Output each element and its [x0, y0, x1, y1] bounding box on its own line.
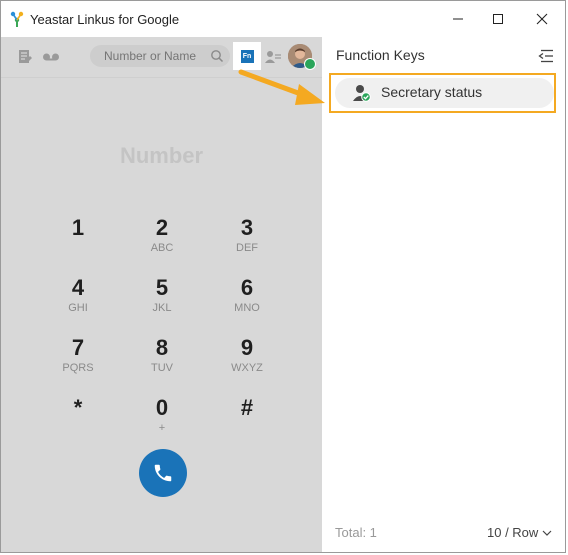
key-digit: 1: [71, 215, 85, 240]
key-letters: MNO: [234, 302, 260, 314]
key-letters: DEF: [236, 242, 258, 254]
minimize-icon: [453, 18, 463, 20]
close-icon: [536, 13, 548, 25]
function-key-button[interactable]: Secretary status: [335, 78, 554, 108]
key-digit: 0: [155, 395, 169, 420]
secretary-status-icon: [353, 85, 371, 102]
chevron-down-icon: [542, 530, 552, 536]
key-3[interactable]: 3 DEF: [212, 215, 282, 255]
function-keys-button[interactable]: Fn: [233, 42, 261, 70]
key-5[interactable]: 5 JKL: [127, 275, 197, 315]
per-page-selector[interactable]: 10 / Row: [487, 525, 552, 540]
voicemail-button[interactable]: [41, 48, 61, 66]
app-window: Yeastar Linkus for Google Number or Name…: [0, 0, 566, 553]
search-box[interactable]: [90, 45, 230, 67]
key-digit: *: [73, 395, 83, 420]
search-input[interactable]: [104, 49, 204, 63]
key-digit: 4: [71, 275, 85, 300]
key-9[interactable]: 9 WXYZ: [212, 335, 282, 375]
total-count: Total: 1: [335, 525, 377, 540]
voicemail-icon: [43, 53, 59, 61]
key-digit: 7: [71, 335, 85, 360]
key-letters: TUV: [151, 362, 173, 374]
key-digit: #: [240, 395, 254, 420]
key-4[interactable]: 4 GHI: [43, 275, 113, 315]
key-letters: WXYZ: [231, 362, 263, 374]
title-bar: Yeastar Linkus for Google: [1, 1, 565, 37]
contact-transfer-icon: [265, 51, 281, 63]
key-letters: ABC: [150, 242, 174, 254]
key-letters: GHI: [68, 302, 88, 314]
maximize-button[interactable]: [485, 7, 511, 31]
collapse-panel-icon[interactable]: [538, 49, 554, 63]
annotation-arrow-icon: [238, 69, 325, 105]
close-button[interactable]: [529, 7, 555, 31]
phone-icon: [154, 464, 172, 482]
call-button[interactable]: [139, 449, 187, 497]
function-key-label: Secretary status: [381, 84, 483, 100]
key-6[interactable]: 6 MNO: [212, 275, 282, 315]
key-7[interactable]: 7 PQRS: [43, 335, 113, 375]
panel-title: Function Keys: [336, 47, 425, 63]
yeastar-logo-icon: [10, 11, 24, 27]
maximize-icon: [493, 14, 503, 24]
per-page-value: 10 / Row: [487, 525, 539, 540]
minimize-button[interactable]: [445, 7, 471, 31]
key-digit: 3: [240, 215, 254, 240]
function-keys-panel: Function Keys Secretary status Total: 1 …: [322, 37, 565, 552]
key-digit: 5: [155, 275, 169, 300]
key-letters: PQRS: [62, 362, 94, 374]
number-display[interactable]: Number: [1, 143, 322, 169]
window-title: Yeastar Linkus for Google: [30, 12, 180, 27]
key-star[interactable]: *: [43, 395, 113, 421]
key-8[interactable]: 8 TUV: [127, 335, 197, 375]
key-hash[interactable]: #: [212, 395, 282, 421]
key-digit: 8: [155, 335, 169, 360]
notes-button[interactable]: [15, 48, 35, 66]
dialer-pane: Fn Number 1: [1, 37, 322, 552]
function-keys-icon: Fn: [240, 49, 254, 63]
key-digit: 2: [155, 215, 169, 240]
key-0[interactable]: 0 +: [127, 395, 197, 435]
function-key-item[interactable]: Secretary status: [329, 73, 556, 113]
contact-transfer-button[interactable]: [263, 48, 283, 66]
key-digit: 9: [240, 335, 254, 360]
key-2[interactable]: 2 ABC: [127, 215, 197, 255]
key-1[interactable]: 1: [43, 215, 113, 241]
key-digit: 6: [240, 275, 254, 300]
key-letters: +: [158, 422, 166, 434]
key-letters: JKL: [152, 302, 172, 314]
notes-icon: [19, 50, 32, 63]
search-icon[interactable]: [210, 49, 224, 63]
